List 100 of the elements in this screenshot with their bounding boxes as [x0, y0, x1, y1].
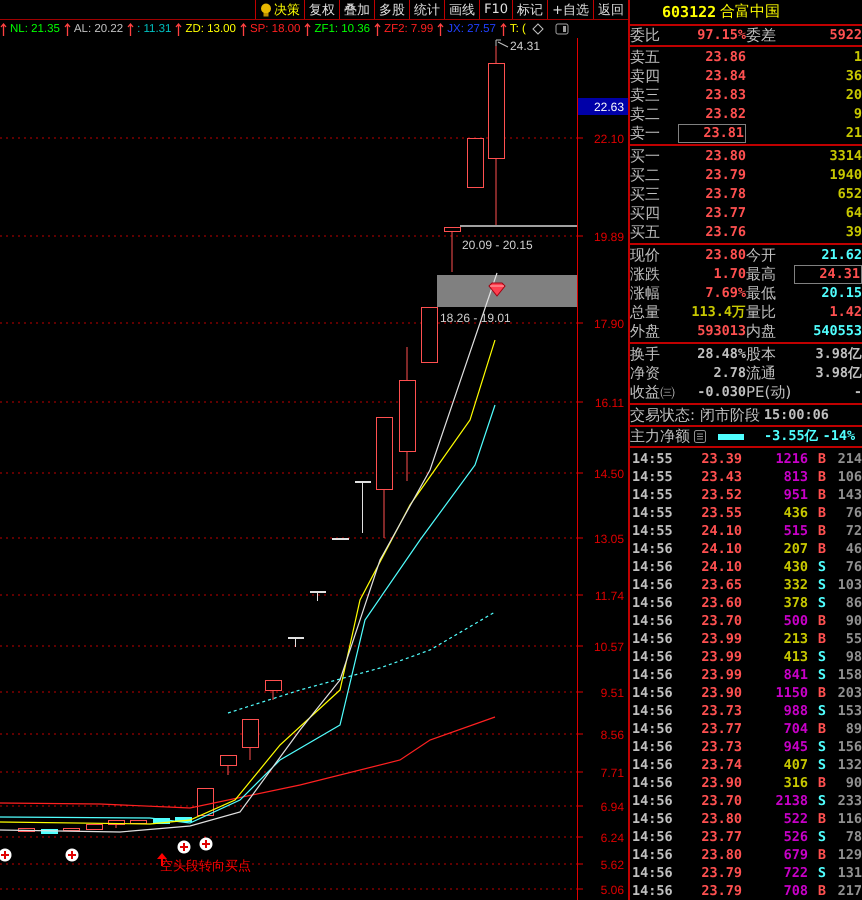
trade-volume: 704 [782, 720, 808, 738]
trade-count: 156 [836, 738, 862, 756]
order-price: 23.80 [704, 147, 746, 166]
order-level-label: 卖四 [630, 67, 661, 86]
trade-side: S [816, 756, 828, 774]
trade-count: 98 [844, 648, 862, 666]
trade-side: B [816, 684, 828, 702]
price-label: 6.24 [600, 831, 624, 845]
order-price: 23.86 [704, 48, 746, 68]
trade-time: 14:56 [631, 666, 674, 684]
trade-count: 76 [844, 504, 862, 522]
stock-code: 603122 [662, 2, 716, 21]
field-value: 24.31 [794, 265, 862, 284]
indicator-value: AL: 20.22 [74, 23, 124, 35]
trade-count: 72 [844, 522, 862, 540]
trade-volume: 522 [782, 810, 808, 828]
trade-time: 14:56 [631, 738, 674, 756]
field-label: 最低 [746, 284, 777, 304]
price-range-label: 20.09 - 20.15 [462, 238, 533, 252]
order-level-label: 卖二 [630, 105, 661, 124]
trade-time: 14:56 [631, 630, 674, 648]
field-label: 收益㈢ [630, 383, 676, 402]
field-value: 113.4万 [690, 303, 746, 322]
order-volume: 652 [836, 185, 862, 204]
order-volume: 64 [844, 204, 862, 224]
price-label: 6.94 [600, 800, 624, 814]
trade-count: 214 [836, 450, 862, 468]
trade-volume: 722 [782, 864, 808, 882]
trade-price: 23.52 [700, 486, 742, 504]
trade-price: 23.90 [700, 684, 742, 702]
field-value: -0.030 [696, 383, 746, 402]
trade-time: 14:55 [631, 468, 674, 486]
field-label: 最高 [746, 265, 777, 284]
trade-count: 46 [844, 540, 862, 558]
trade-price: 23.39 [700, 450, 742, 468]
field-value: 21.62 [820, 246, 862, 266]
field-label: 主力净额 [630, 427, 690, 446]
trade-side: B [816, 540, 828, 558]
trade-price: 23.74 [700, 756, 742, 774]
trade-price: 23.70 [700, 792, 742, 810]
trade-count: 78 [844, 828, 862, 846]
order-volume: 1 [852, 48, 862, 68]
field-label: 委差 [746, 26, 777, 45]
field-value: 5922 [828, 26, 862, 45]
indicator-value: ZD: 13.00 [185, 23, 236, 35]
trade-time: 14:56 [631, 540, 674, 558]
trade-count: 153 [836, 702, 862, 720]
trade-time: 14:55 [631, 522, 674, 540]
trade-volume: 436 [782, 504, 808, 522]
price-label: 16.11 [594, 396, 624, 410]
indicator-value: NL: 21.35 [10, 23, 60, 35]
trade-volume: 841 [782, 666, 808, 684]
price-label: 17.90 [594, 317, 624, 331]
order-volume: 3314 [828, 147, 862, 166]
trade-price: 23.99 [700, 666, 742, 684]
field-value: - [852, 383, 862, 402]
trade-side: B [816, 882, 828, 900]
trade-side: B [816, 450, 828, 468]
trade-time: 14:56 [631, 828, 674, 846]
trade-count: 217 [836, 882, 862, 900]
trade-price: 24.10 [700, 540, 742, 558]
trade-side: S [816, 702, 828, 720]
indicator-value: T: ( [510, 23, 526, 35]
trade-price: 23.79 [700, 864, 742, 882]
trade-volume: 951 [782, 486, 808, 504]
trade-count: 143 [836, 486, 862, 504]
trade-price: 23.65 [700, 576, 742, 594]
trade-time: 14:56 [631, 648, 674, 666]
order-volume: 39 [844, 223, 862, 242]
trade-time: 14:55 [631, 450, 674, 468]
trade-time: 14:55 [631, 504, 674, 522]
trade-price: 23.99 [700, 630, 742, 648]
trade-side: B [816, 468, 828, 486]
trade-side: B [816, 522, 828, 540]
order-price: 23.82 [704, 105, 746, 124]
trade-side: S [816, 666, 828, 684]
indicator-value: JX: 27.57 [447, 23, 496, 35]
trade-count: 89 [844, 720, 862, 738]
trade-time: 14:56 [631, 720, 674, 738]
trade-count: 233 [836, 792, 862, 810]
trade-price: 23.70 [700, 612, 742, 630]
field-label: 内盘 [746, 322, 777, 342]
field-label: 外盘 [630, 322, 661, 342]
order-level-label: 买五 [630, 223, 661, 242]
trade-count: 90 [844, 774, 862, 792]
order-price: 23.77 [704, 204, 746, 224]
order-level-label: 卖五 [630, 48, 661, 68]
trade-price: 23.43 [700, 468, 742, 486]
trade-count: 203 [836, 684, 862, 702]
trade-volume: 413 [782, 648, 808, 666]
order-level-label: 买二 [630, 166, 661, 186]
indicator-value: : 11.31 [137, 23, 172, 35]
trade-time: 14:56 [631, 774, 674, 792]
trade-volume: 526 [782, 828, 808, 846]
order-volume: 21 [844, 124, 862, 144]
trade-side: B [816, 504, 828, 522]
field-value: 23.80 [704, 246, 746, 266]
field-label: PE(动) [746, 383, 792, 402]
trade-count: 106 [836, 468, 862, 486]
trade-time: 14:56 [631, 558, 674, 576]
